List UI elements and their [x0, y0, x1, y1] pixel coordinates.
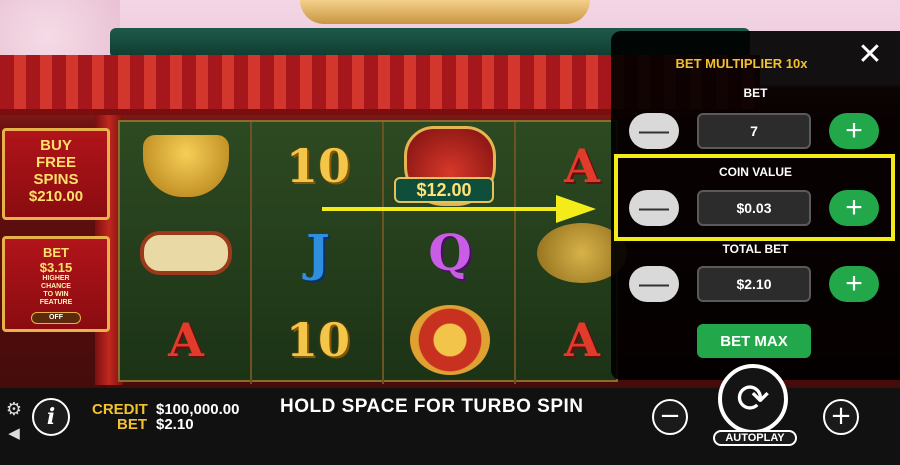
- ten-label: 10: [285, 312, 350, 367]
- annotation-arrow-head: [556, 195, 596, 223]
- scroll-icon: [140, 230, 232, 275]
- reel-column: $12.00 Q: [384, 122, 516, 384]
- reel-column: 10 J 10: [252, 122, 384, 384]
- reel-area: A 10 J 10 $12.00 Q A A: [118, 120, 627, 384]
- gold-pot-icon: [143, 134, 229, 197]
- bet-label-bottom: BET: [117, 416, 147, 433]
- queen-label: Q: [428, 223, 472, 282]
- queen-symbol: Q: [384, 209, 516, 296]
- bet-value-bottom: $2.10: [156, 416, 194, 433]
- bet-max-button[interactable]: BET MAX: [697, 324, 811, 358]
- banner-desc: TO WIN: [43, 291, 69, 298]
- banner-line: BET: [43, 245, 69, 260]
- scroll-symbol: [120, 209, 252, 296]
- ace-label: A: [564, 312, 600, 367]
- banner-desc: FEATURE: [39, 299, 73, 306]
- banner-line: FREE: [35, 154, 76, 171]
- buy-free-spins-button[interactable]: BUY FREE SPINS $210.00: [2, 128, 110, 220]
- ace-label: A: [168, 312, 204, 367]
- annotation-arrow: [322, 207, 562, 211]
- banner-desc: CHANCE: [41, 283, 71, 290]
- bet-value: 7: [697, 113, 811, 149]
- turbo-spin-message: HOLD SPACE FOR TURBO SPIN: [280, 396, 584, 417]
- gold-pot-symbol: [120, 122, 252, 209]
- banner-line: BUY: [40, 137, 72, 154]
- banner-line: SPINS: [33, 171, 79, 188]
- bet-increase-button[interactable]: +: [829, 113, 879, 149]
- autoplay-button[interactable]: AUTOPLAY: [713, 430, 797, 446]
- ten-label: 10: [285, 138, 350, 193]
- coin-value-highlight-box: [614, 154, 895, 241]
- total-bet-value: $2.10: [697, 266, 811, 302]
- money-bag-value: $12.00: [394, 177, 494, 203]
- info-icon[interactable]: i: [32, 398, 70, 436]
- slot-game-screen: BUY FREE SPINS $210.00 BET $3.15 HIGHER …: [0, 0, 900, 465]
- reel-column: A: [120, 122, 252, 384]
- speaker-icon[interactable]: ◀: [4, 423, 24, 443]
- lucky-coins-icon: [410, 304, 490, 375]
- ante-bet-price: $3.15: [39, 260, 73, 275]
- decrease-bet-button[interactable]: −: [652, 399, 688, 435]
- total-bet-label: TOTAL BET: [722, 242, 789, 256]
- banner-desc: HIGHER: [42, 275, 70, 282]
- jack-symbol: J: [252, 209, 384, 296]
- spin-button[interactable]: ⟳: [704, 364, 804, 434]
- ten-symbol: 10: [252, 296, 384, 383]
- temple-gold-roof: [300, 0, 590, 24]
- coins-symbol: [384, 296, 516, 383]
- total-bet-decrease-button[interactable]: —: [629, 266, 679, 302]
- ten-symbol: 10: [252, 122, 384, 209]
- close-icon[interactable]: ✕: [856, 40, 884, 71]
- ace-symbol: A: [120, 296, 252, 383]
- total-bet-increase-button[interactable]: +: [829, 266, 879, 302]
- ante-bet-toggle[interactable]: OFF: [31, 312, 81, 324]
- bet-label: BET: [743, 86, 768, 100]
- spin-arrows-icon: ⟳: [718, 364, 788, 434]
- free-spins-price: $210.00: [28, 188, 84, 205]
- ante-bet-banner: BET $3.15 HIGHER CHANCE TO WIN FEATURE O…: [2, 236, 110, 332]
- increase-bet-button[interactable]: +: [823, 399, 859, 435]
- ace-label: A: [564, 138, 600, 193]
- jack-label: J: [306, 223, 330, 282]
- bet-decrease-button[interactable]: —: [629, 113, 679, 149]
- money-bag-symbol: $12.00: [384, 122, 516, 209]
- gear-icon[interactable]: ⚙: [4, 399, 24, 420]
